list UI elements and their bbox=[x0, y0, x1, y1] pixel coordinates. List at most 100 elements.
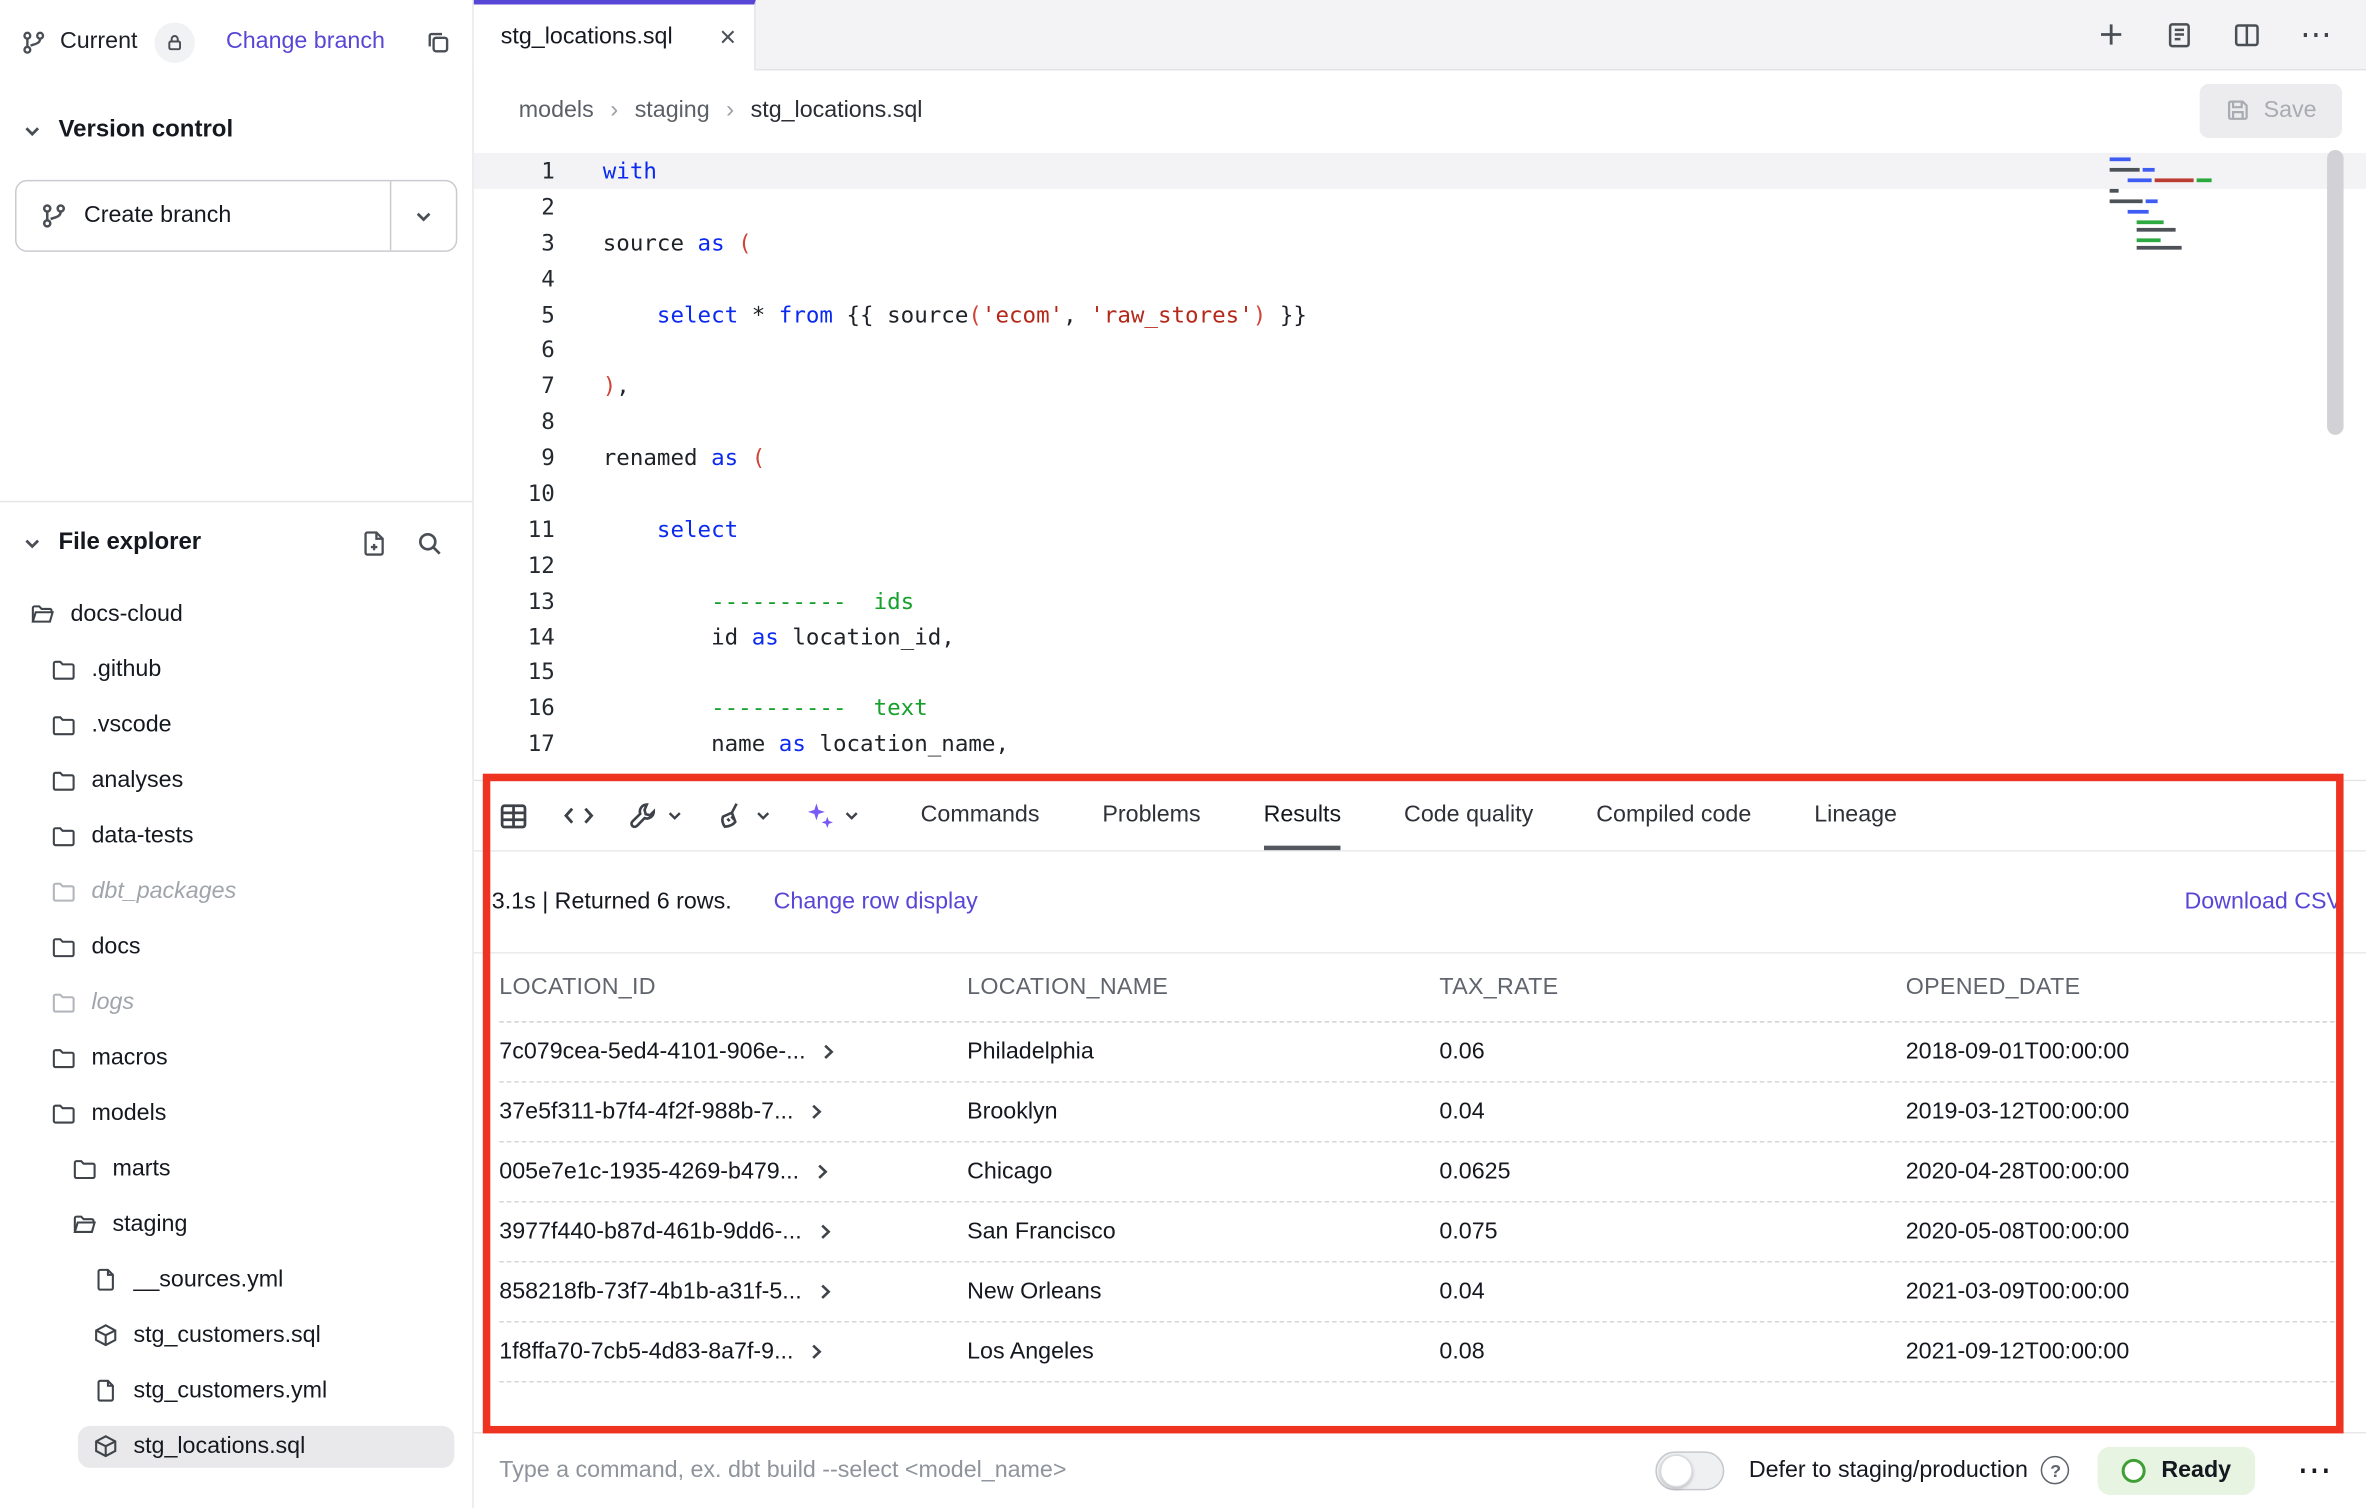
panel-tab-problems[interactable]: Problems bbox=[1102, 781, 1200, 850]
code-line: 7), bbox=[474, 368, 2366, 404]
cell-value: 37e5f311-b7f4-4f2f-988b-7... bbox=[499, 1098, 793, 1125]
query-status: 3.1s | Returned 6 rows. bbox=[492, 888, 732, 915]
code-line: 17 name as location_name, bbox=[474, 726, 2366, 762]
change-row-display-link[interactable]: Change row display bbox=[774, 888, 978, 915]
file-tree-item-stg-customers-yml[interactable]: stg_customers.yml bbox=[0, 1363, 472, 1418]
file-tree-item-logs[interactable]: logs bbox=[0, 975, 472, 1030]
table-row[interactable]: 7c079cea-5ed4-4101-906e-...Philadelphia0… bbox=[499, 1023, 2342, 1083]
file-tree-item-stg-locations-sql[interactable]: stg_locations.sql bbox=[0, 1418, 472, 1473]
results-toolbar: Commands Problems Results Code quality Compi… bbox=[474, 781, 2366, 851]
command-bar-menu-button[interactable]: ⋯ bbox=[2285, 1450, 2345, 1490]
table-cell: Chicago bbox=[967, 1158, 1439, 1185]
render-table-button[interactable] bbox=[498, 800, 529, 831]
show-code-button[interactable] bbox=[562, 799, 595, 832]
git-branch-icon bbox=[40, 202, 67, 229]
code-line: 12 bbox=[474, 547, 2366, 583]
status-badge[interactable]: Ready bbox=[2098, 1446, 2255, 1494]
help-icon[interactable]: ? bbox=[2041, 1456, 2069, 1484]
close-tab-icon[interactable]: × bbox=[720, 23, 737, 51]
editor-scrollbar[interactable] bbox=[2327, 150, 2343, 435]
expand-cell-icon[interactable] bbox=[807, 1342, 826, 1361]
code-editor[interactable]: 1with23source as (45 select * from {{ so… bbox=[474, 150, 2366, 780]
version-control-header[interactable]: Version control bbox=[0, 93, 472, 168]
ai-assist-button[interactable] bbox=[805, 801, 860, 831]
file-tree-item-staging[interactable]: staging bbox=[0, 1197, 472, 1252]
defer-toggle[interactable] bbox=[1656, 1451, 1725, 1490]
cell-value: 005e7e1c-1935-4269-b479... bbox=[499, 1158, 799, 1185]
notebook-icon[interactable] bbox=[2165, 20, 2193, 48]
file-explorer-header[interactable]: File explorer bbox=[0, 502, 472, 571]
tab-stg-locations-sql[interactable]: stg_locations.sql × bbox=[474, 0, 756, 70]
line-number: 16 bbox=[474, 695, 555, 722]
chevron-down-icon bbox=[414, 206, 433, 225]
create-branch-menu-button[interactable] bbox=[390, 181, 456, 250]
dbt-cloud-ide: Current Change branch Version control bbox=[0, 0, 2366, 1508]
file-tree-item-pill: stg_customers.sql bbox=[78, 1314, 454, 1356]
ready-status-icon bbox=[2122, 1458, 2146, 1482]
line-number: 7 bbox=[474, 372, 555, 399]
split-editor-icon[interactable] bbox=[2233, 20, 2261, 48]
lint-fix-button[interactable] bbox=[717, 801, 772, 831]
table-cell: San Francisco bbox=[967, 1218, 1439, 1245]
file-explorer-title: File explorer bbox=[58, 529, 201, 556]
download-csv-link[interactable]: Download CSV bbox=[2184, 888, 2342, 915]
new-file-button[interactable] bbox=[360, 529, 388, 557]
file-name: stg_customers.sql bbox=[133, 1322, 320, 1349]
table-row[interactable]: 005e7e1c-1935-4269-b479...Chicago0.06252… bbox=[499, 1143, 2342, 1203]
command-input[interactable]: Type a command, ex. dbt build --select <… bbox=[499, 1457, 1656, 1484]
expand-cell-icon[interactable] bbox=[813, 1162, 832, 1181]
create-branch-button[interactable]: Create branch bbox=[15, 180, 457, 252]
results-table: LOCATION_IDLOCATION_NAMETAX_RATEOPENED_D… bbox=[474, 954, 2366, 1432]
file-tree-item-pill: staging bbox=[57, 1203, 454, 1245]
panel-tab-lineage[interactable]: Lineage bbox=[1814, 781, 1897, 850]
file-tree-item-macros[interactable]: macros bbox=[0, 1030, 472, 1085]
file-name: .vscode bbox=[91, 711, 171, 738]
file-tree-item-vscode[interactable]: .vscode bbox=[0, 697, 472, 752]
copy-icon[interactable] bbox=[424, 28, 451, 55]
expand-cell-icon[interactable] bbox=[815, 1222, 834, 1241]
code-line: 3source as ( bbox=[474, 225, 2366, 261]
expand-cell-icon[interactable] bbox=[815, 1282, 834, 1301]
new-tab-button[interactable] bbox=[2096, 19, 2126, 49]
panel-tab-results[interactable]: Results bbox=[1264, 781, 1342, 850]
file-tree-item-stg-customers-sql[interactable]: stg_customers.sql bbox=[0, 1307, 472, 1362]
file-tree-item-docs[interactable]: docs bbox=[0, 919, 472, 974]
breadcrumb-item-stg-locations-sql[interactable]: stg_locations.sql bbox=[751, 97, 923, 124]
folder-open-icon bbox=[30, 601, 55, 626]
table-cell: 1f8ffa70-7cb5-4d83-8a7f-9... bbox=[499, 1338, 967, 1365]
code-line: 14 id as location_id, bbox=[474, 619, 2366, 655]
file-tree-item-github[interactable]: .github bbox=[0, 642, 472, 697]
table-row[interactable]: 37e5f311-b7f4-4f2f-988b-7...Brooklyn0.04… bbox=[499, 1083, 2342, 1143]
panel-tab-compiled-code[interactable]: Compiled code bbox=[1596, 781, 1751, 850]
minimap[interactable] bbox=[2107, 153, 2239, 273]
table-row[interactable]: 858218fb-73f7-4b1b-a31f-5...New Orleans0… bbox=[499, 1262, 2342, 1322]
table-row[interactable]: 3977f440-b87d-461b-9dd6-...San Francisco… bbox=[499, 1203, 2342, 1263]
file-tree-item-sources-yml[interactable]: __sources.yml bbox=[0, 1252, 472, 1307]
save-button[interactable]: Save bbox=[2199, 83, 2342, 137]
expand-cell-icon[interactable] bbox=[819, 1042, 838, 1061]
search-icon[interactable] bbox=[415, 529, 443, 557]
breadcrumb-item-staging[interactable]: staging bbox=[635, 97, 710, 124]
git-branch-icon bbox=[21, 29, 46, 54]
code-text: renamed as ( bbox=[603, 444, 765, 471]
table-row[interactable]: 1f8ffa70-7cb5-4d83-8a7f-9...Los Angeles0… bbox=[499, 1322, 2342, 1382]
file-tree-item-models[interactable]: models bbox=[0, 1086, 472, 1141]
code-line: 8 bbox=[474, 404, 2366, 440]
panel-tab-commands[interactable]: Commands bbox=[921, 781, 1040, 850]
expand-cell-icon[interactable] bbox=[807, 1102, 826, 1121]
file-tree-item-data-tests[interactable]: data-tests bbox=[0, 808, 472, 863]
file-tree-item-pill: docs-cloud bbox=[15, 593, 454, 635]
file-tree-item-marts[interactable]: marts bbox=[0, 1141, 472, 1196]
change-branch-link[interactable]: Change branch bbox=[226, 28, 385, 55]
create-branch-main[interactable]: Create branch bbox=[16, 181, 389, 250]
panel-tab-code-quality[interactable]: Code quality bbox=[1404, 781, 1533, 850]
breadcrumb-item-models[interactable]: models bbox=[519, 97, 594, 124]
results-toolbar-icons bbox=[498, 799, 861, 832]
file-tree-item-analyses[interactable]: analyses bbox=[0, 753, 472, 808]
editor-menu-button[interactable]: ⋯ bbox=[2300, 16, 2333, 53]
file-tree-item-dbt-packages[interactable]: dbt_packages bbox=[0, 864, 472, 919]
file-tree-item-docs-cloud[interactable]: docs-cloud bbox=[0, 586, 472, 641]
build-tools-button[interactable] bbox=[628, 801, 683, 831]
version-control-title: Version control bbox=[58, 117, 233, 144]
table-cell: 005e7e1c-1935-4269-b479... bbox=[499, 1158, 967, 1185]
